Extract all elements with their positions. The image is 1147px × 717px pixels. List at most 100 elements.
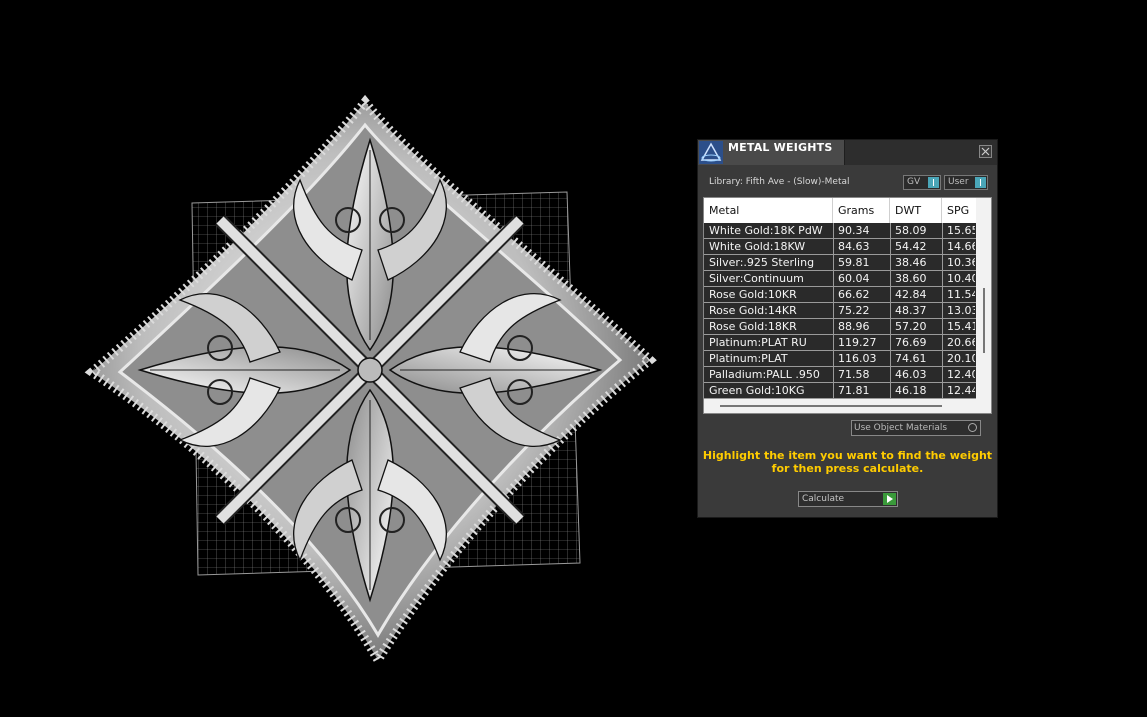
- calculate-button[interactable]: Calculate: [798, 491, 898, 507]
- column-header-spg[interactable]: SPG: [942, 198, 976, 223]
- cell-grams: 75.22: [838, 304, 870, 317]
- instruction-line-2: for then press calculate.: [771, 462, 924, 475]
- table-row[interactable]: White Gold:18KW 84.63 54.42 14.66: [704, 239, 976, 255]
- close-button[interactable]: [979, 145, 992, 158]
- column-separator: [890, 303, 891, 319]
- column-separator: [833, 303, 834, 319]
- metal-table[interactable]: Metal Grams DWT SPG White Gold:18K PdW 90…: [703, 197, 992, 414]
- cell-spg: 10.36: [947, 256, 975, 269]
- column-separator: [833, 383, 834, 399]
- table-row[interactable]: Silver:Continuum 60.04 38.60 10.40: [704, 271, 976, 287]
- cell-metal: Palladium:PALL .950: [709, 368, 820, 381]
- cell-metal: Platinum:PLAT RU: [709, 336, 807, 349]
- user-toggle[interactable]: User: [944, 175, 988, 190]
- table-row[interactable]: Palladium:PALL .950 71.58 46.03 12.40: [704, 367, 976, 383]
- table-header: Metal Grams DWT SPG: [704, 198, 976, 223]
- cell-dwt: 57.20: [895, 320, 927, 333]
- cell-dwt: 46.18: [895, 384, 927, 397]
- cell-dwt: 48.37: [895, 304, 927, 317]
- use-object-materials-option[interactable]: Use Object Materials: [851, 420, 981, 436]
- column-separator: [942, 351, 943, 367]
- column-separator: [833, 239, 834, 255]
- column-separator: [833, 223, 834, 239]
- play-arrow-icon: [883, 493, 896, 505]
- cell-grams: 84.63: [838, 240, 870, 253]
- cell-metal: White Gold:18K PdW: [709, 224, 823, 237]
- column-separator: [890, 271, 891, 287]
- cell-dwt: 38.46: [895, 256, 927, 269]
- cell-grams: 60.04: [838, 272, 870, 285]
- table-row[interactable]: Green Gold:10KG 71.81 46.18 12.44: [704, 383, 976, 399]
- column-separator: [942, 255, 943, 271]
- column-separator: [942, 319, 943, 335]
- column-separator: [942, 271, 943, 287]
- cell-spg: 11.54: [947, 288, 975, 301]
- column-separator: [942, 335, 943, 351]
- column-separator: [833, 335, 834, 351]
- cell-metal: Rose Gold:18KR: [709, 320, 797, 333]
- metal-weights-window: METAL WEIGHTS Library: Fifth Ave - (Slow…: [697, 139, 998, 518]
- column-separator: [942, 223, 943, 239]
- column-separator: [890, 319, 891, 335]
- table-row[interactable]: Rose Gold:10KR 66.62 42.84 11.54: [704, 287, 976, 303]
- table-row[interactable]: White Gold:18K PdW 90.34 58.09 15.65: [704, 223, 976, 239]
- cell-dwt: 76.69: [895, 336, 927, 349]
- cell-grams: 88.96: [838, 320, 870, 333]
- title-tab: METAL WEIGHTS: [698, 140, 845, 165]
- cell-spg: 20.66: [947, 336, 975, 349]
- cell-metal: Platinum:PLAT: [709, 352, 788, 365]
- table-row[interactable]: Rose Gold:18KR 88.96 57.20 15.41: [704, 319, 976, 335]
- cell-grams: 71.81: [838, 384, 870, 397]
- cell-grams: 90.34: [838, 224, 870, 237]
- cell-spg: 12.44: [947, 384, 975, 397]
- column-separator: [890, 351, 891, 367]
- cell-dwt: 54.42: [895, 240, 927, 253]
- table-row[interactable]: Platinum:PLAT 116.03 74.61 20.10: [704, 351, 976, 367]
- 3d-viewport[interactable]: [0, 0, 690, 717]
- cell-grams: 116.03: [838, 352, 877, 365]
- column-separator: [833, 255, 834, 271]
- horizontal-scrollbar[interactable]: [720, 405, 942, 407]
- column-separator: [833, 287, 834, 303]
- column-separator: [890, 255, 891, 271]
- cell-grams: 66.62: [838, 288, 870, 301]
- gv-toggle-label: GV: [907, 177, 921, 187]
- user-toggle-label: User: [948, 177, 969, 187]
- table-body: White Gold:18K PdW90.3458.0915.65White G…: [704, 223, 976, 399]
- column-separator: [833, 351, 834, 367]
- column-separator: [890, 287, 891, 303]
- cell-dwt: 58.09: [895, 224, 927, 237]
- table-row[interactable]: Platinum:PLAT RU 119.27 76.69 20.66: [704, 335, 976, 351]
- column-separator: [890, 223, 891, 239]
- column-separator: [942, 303, 943, 319]
- title-bar[interactable]: METAL WEIGHTS: [698, 140, 997, 165]
- toggle-icon: [928, 177, 939, 188]
- column-separator: [942, 287, 943, 303]
- use-object-materials-label: Use Object Materials: [854, 423, 948, 433]
- cell-metal: White Gold:18KW: [709, 240, 806, 253]
- column-header-dwt[interactable]: DWT: [890, 198, 942, 223]
- vertical-scrollbar[interactable]: [983, 288, 985, 353]
- column-header-metal[interactable]: Metal: [704, 198, 833, 223]
- cell-dwt: 42.84: [895, 288, 927, 301]
- table-row[interactable]: Rose Gold:14KR 75.22 48.37 13.03: [704, 303, 976, 319]
- column-separator: [942, 239, 943, 255]
- cell-dwt: 46.03: [895, 368, 927, 381]
- radio-icon[interactable]: [968, 423, 977, 432]
- cell-grams: 119.27: [838, 336, 877, 349]
- column-separator: [890, 335, 891, 351]
- cell-spg: 15.41: [947, 320, 975, 333]
- cell-metal: Silver:.925 Sterling: [709, 256, 815, 269]
- column-header-grams[interactable]: Grams: [833, 198, 890, 223]
- column-separator: [890, 383, 891, 399]
- gv-toggle[interactable]: GV: [903, 175, 941, 190]
- cell-spg: 15.65: [947, 224, 975, 237]
- cell-dwt: 38.60: [895, 272, 927, 285]
- cell-grams: 59.81: [838, 256, 870, 269]
- table-row[interactable]: Silver:.925 Sterling 59.81 38.46 10.36: [704, 255, 976, 271]
- column-separator: [942, 367, 943, 383]
- cell-metal: Green Gold:10KG: [709, 384, 805, 397]
- cell-spg: 14.66: [947, 240, 975, 253]
- cell-spg: 20.10: [947, 352, 975, 365]
- ornament-model[interactable]: [0, 0, 690, 717]
